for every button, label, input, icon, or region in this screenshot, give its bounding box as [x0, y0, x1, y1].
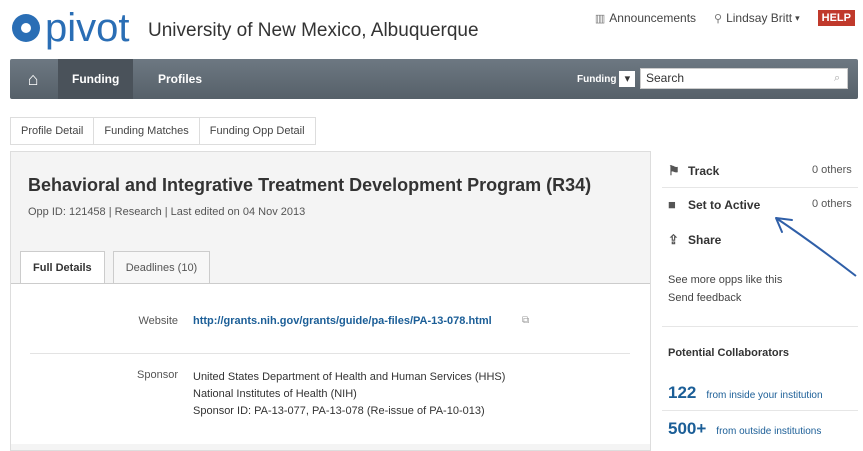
set-active-button[interactable]: ■ Set to Active	[668, 197, 760, 212]
breadcrumb-funding-opp-detail: Funding Opp Detail	[209, 125, 305, 137]
home-icon[interactable]: ⌂	[18, 67, 48, 91]
page-title: Behavioral and Integrative Treatment Dev…	[28, 175, 592, 195]
outside-label: from outside institutions	[716, 426, 822, 437]
announcements-link[interactable]: ▥ Announcements	[595, 11, 696, 25]
search-icon[interactable]: ⌕	[834, 72, 840, 85]
checkbox-icon: ■	[668, 197, 676, 212]
nav-tab-profiles[interactable]: Profiles	[144, 59, 216, 99]
main-nav: ⌂ Funding Profiles Funding ▾ Search ⌕	[10, 59, 858, 99]
pivot-logo-mark-icon	[12, 14, 40, 42]
logo-text: pivot	[45, 6, 130, 50]
chevron-down-icon: ▾	[795, 12, 800, 23]
inside-count: 122	[668, 383, 697, 402]
send-feedback-link[interactable]: Send feedback	[668, 292, 741, 304]
institution-name: University of New Mexico, Albuquerque	[148, 20, 479, 41]
announcements-label: Announcements	[609, 11, 697, 25]
user-name: Lindsay Britt	[726, 11, 793, 25]
flag-icon: ⚑	[668, 163, 680, 178]
detail-tabs: Full Details Deadlines (10)	[20, 251, 218, 284]
sponsor-line: United States Department of Health and H…	[193, 371, 506, 383]
website-label: Website	[138, 315, 178, 327]
external-link-icon[interactable]: ⧉	[522, 315, 529, 326]
track-label: Track	[688, 164, 720, 178]
sidebar-divider	[662, 410, 858, 411]
collaborators-inside-link[interactable]: 122 from inside your institution	[668, 383, 823, 403]
collaborators-title: Potential Collaborators	[668, 347, 790, 359]
search-scope-select[interactable]: Funding ▾	[577, 70, 636, 88]
collaborators-outside-link[interactable]: 500+ from outside institutions	[668, 419, 821, 439]
share-icon: ⇪	[668, 232, 679, 247]
search-input[interactable]: Search	[640, 68, 848, 89]
nav-tab-funding[interactable]: Funding	[58, 59, 134, 99]
see-more-opps-link[interactable]: See more opps like this	[668, 274, 782, 286]
track-button[interactable]: ⚑ Track	[668, 163, 719, 179]
row-divider	[30, 353, 630, 354]
user-icon: ⚲	[714, 12, 723, 25]
set-active-label: Set to Active	[688, 197, 761, 212]
search-scope-label: Funding	[577, 73, 617, 85]
help-button[interactable]: HELP	[817, 10, 855, 26]
breadcrumb-funding-matches[interactable]: Funding Matches	[94, 118, 200, 144]
sidebar-divider	[662, 326, 858, 327]
opportunity-meta: Opp ID: 121458 | Research | Last edited …	[28, 206, 306, 218]
inside-label: from inside your institution	[706, 390, 823, 401]
sponsor-label: Sponsor	[137, 369, 178, 381]
tab-deadlines[interactable]: Deadlines (10)	[112, 251, 211, 284]
share-button[interactable]: ⇪ Share	[668, 232, 721, 248]
share-label: Share	[688, 233, 722, 247]
user-menu[interactable]: ⚲ Lindsay Britt ▾	[714, 11, 800, 25]
sponsor-details: United States Department of Health and H…	[193, 369, 505, 420]
track-count: 0 others	[812, 164, 852, 176]
sponsor-line: National Institutes of Health (NIH)	[193, 388, 357, 400]
announcements-icon: ▥	[594, 12, 606, 25]
breadcrumb-profile-detail[interactable]: Profile Detail	[11, 118, 95, 144]
sponsor-line: Sponsor ID: PA-13-077, PA-13-078 (Re-iss…	[193, 405, 485, 417]
outside-count: 500+	[668, 419, 707, 438]
pivot-logo[interactable]: pivot	[12, 8, 130, 48]
website-link[interactable]: http://grants.nih.gov/grants/guide/pa-fi…	[193, 315, 492, 327]
top-links: ▥ Announcements ⚲ Lindsay Britt ▾ HELP	[595, 10, 855, 26]
chevron-down-icon: ▾	[619, 71, 636, 87]
breadcrumb: Profile Detail Funding Matches Funding O…	[10, 117, 316, 145]
tab-full-details[interactable]: Full Details	[20, 251, 105, 284]
sidebar-divider	[662, 187, 858, 188]
annotation-arrow	[775, 217, 857, 277]
set-active-count: 0 others	[812, 198, 852, 210]
